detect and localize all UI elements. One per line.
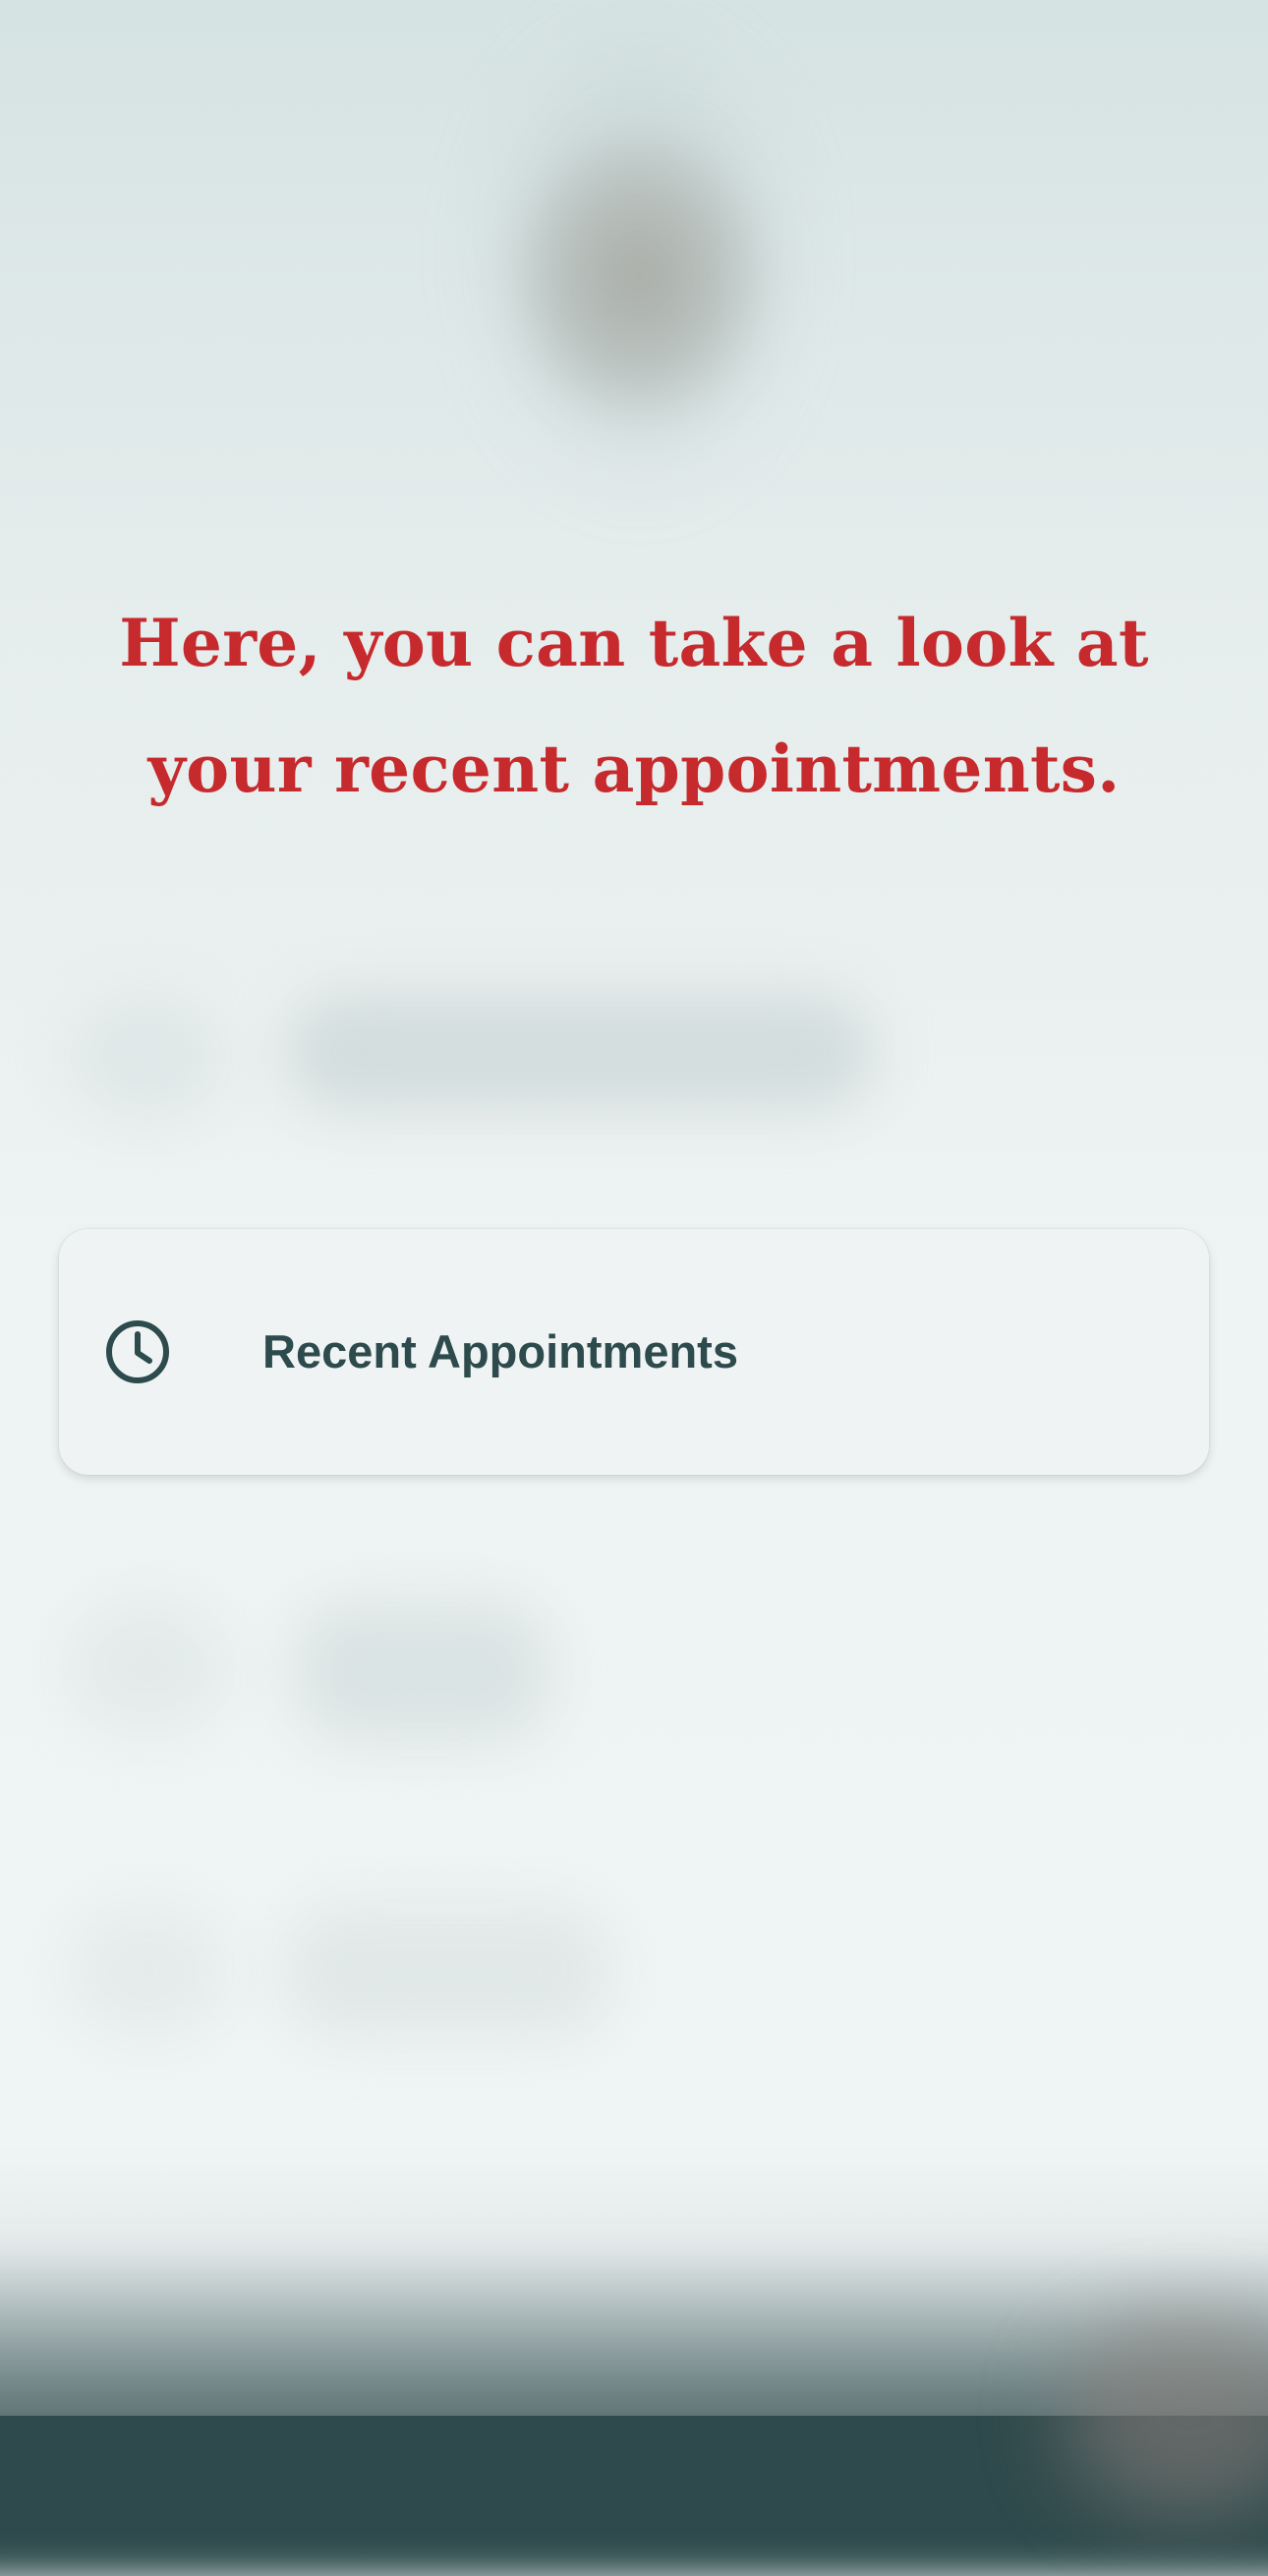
clock-icon bbox=[106, 1320, 169, 1383]
recent-appointments-label: Recent Appointments bbox=[262, 1325, 738, 1377]
blurred-bottom-bar bbox=[0, 2242, 1268, 2576]
onboarding-headline: Here, you can take a look at your recent… bbox=[119, 605, 1149, 807]
blurred-avatar bbox=[511, 128, 767, 423]
blurred-background-glow bbox=[462, 0, 816, 511]
blurred-menu-item bbox=[285, 1907, 609, 2035]
recent-appointments-button[interactable]: Recent Appointments bbox=[59, 1229, 1209, 1475]
blurred-menu-icon bbox=[69, 993, 226, 1121]
bottom-bar bbox=[0, 2416, 1268, 2524]
blurred-menu-icon bbox=[69, 1603, 226, 1730]
blurred-menu-icon bbox=[69, 1907, 226, 2035]
blurred-menu-item bbox=[285, 993, 875, 1111]
blurred-menu-item bbox=[295, 1603, 550, 1740]
